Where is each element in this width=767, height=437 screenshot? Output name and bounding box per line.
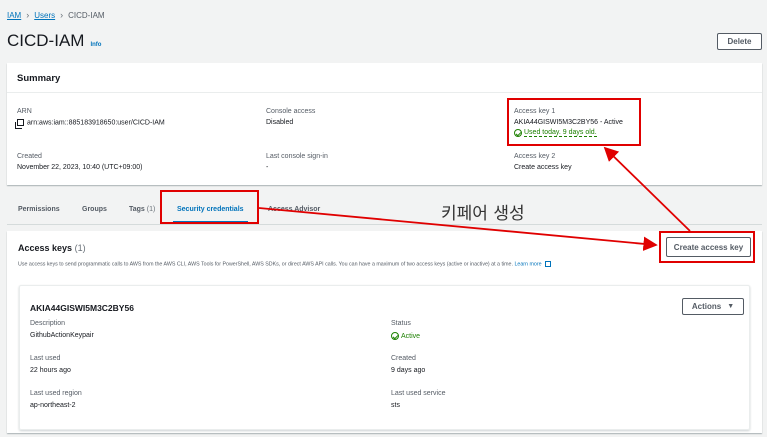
tab-access-advisor[interactable]: Access Advisor [268, 206, 320, 213]
access-keys-description: Use access keys to send programmatic cal… [18, 261, 551, 267]
delete-button[interactable]: Delete [717, 33, 762, 50]
last-service-value: sts [391, 402, 400, 409]
access-key2-label: Access key 2 [514, 153, 556, 160]
tab-permissions[interactable]: Permissions [18, 206, 60, 213]
annotation-text: 키페어 생성 [441, 204, 525, 224]
create-access-key-link[interactable]: Create access key [514, 164, 572, 171]
breadcrumb-iam-link[interactable]: IAM [7, 11, 21, 20]
description-field: Description GithubActionKeypair [30, 320, 94, 339]
create-access-key-button[interactable]: Create access key [666, 237, 751, 257]
access-key1-value: AKIA44GISWI5M3C2BY56 - Active [514, 119, 623, 126]
status-value: Active [401, 332, 421, 340]
info-link[interactable]: Info [90, 42, 101, 48]
breadcrumb-current: CICD-IAM [68, 10, 105, 20]
chevron-right-icon: › [26, 10, 30, 20]
last-service-field: Last used service sts [391, 390, 446, 409]
page-title: CICD-IAM [7, 31, 85, 50]
arn-field: ARN arn:aws:iam::885183918650:user/CICD-… [15, 108, 165, 129]
tab-groups[interactable]: Groups [82, 206, 107, 213]
description-value: GithubActionKeypair [30, 332, 94, 339]
access-key1-label: Access key 1 [514, 108, 556, 115]
access-key2-field: Access key 2 Create access key [514, 153, 572, 171]
created-field: Created November 22, 2023, 10:40 (UTC+09… [17, 153, 143, 171]
last-region-field: Last used region ap-northeast-2 [30, 390, 82, 409]
last-signin-field: Last console sign-in - [266, 153, 328, 171]
access-keys-heading: Access keys (1) [18, 243, 86, 253]
actions-button[interactable]: Actions ▼ [682, 298, 744, 315]
last-region-value: ap-northeast-2 [30, 402, 76, 409]
external-link-icon [544, 261, 551, 267]
access-keys-panel: Access keys (1) Use access keys to send … [7, 231, 762, 433]
summary-panel: Summary ARN arn:aws:iam::885183918650:us… [7, 63, 762, 185]
tab-security-credentials[interactable]: Security credentials [173, 206, 248, 223]
copy-icon[interactable] [15, 119, 24, 129]
breadcrumb-users-link[interactable]: Users [34, 11, 55, 20]
last-signin-label: Last console sign-in [266, 153, 328, 160]
access-key1-status[interactable]: Used today. 9 days old. [524, 129, 597, 137]
delete-button-label: Delete [727, 37, 752, 46]
arn-label: ARN [17, 108, 32, 115]
last-signin-value: - [266, 164, 269, 171]
last-used-field: Last used 22 hours ago [30, 355, 71, 374]
last-used-value: 22 hours ago [30, 367, 71, 374]
caret-down-icon: ▼ [727, 303, 735, 310]
console-access-value: Disabled [266, 119, 294, 126]
check-circle-icon [514, 129, 522, 137]
learn-more-link[interactable]: Learn more [514, 261, 541, 267]
access-key1-field: Access key 1 AKIA44GISWI5M3C2BY56 - Acti… [514, 108, 623, 137]
check-circle-icon [391, 332, 399, 340]
key-created-field: Created 9 days ago [391, 355, 426, 374]
page-header: CICD-IAM Info [7, 31, 101, 51]
access-key-id: AKIA44GISWI5M3C2BY56 [30, 303, 134, 313]
chevron-right-icon: › [60, 10, 64, 20]
created-value: November 22, 2023, 10:40 (UTC+09:00) [17, 164, 143, 171]
breadcrumb: IAM › Users › CICD-IAM [7, 10, 105, 20]
console-access-label: Console access [266, 108, 316, 115]
tab-bar: Permissions Groups Tags (1) Security cre… [7, 197, 762, 225]
console-access-field: Console access Disabled [266, 108, 315, 126]
arn-value: arn:aws:iam::885183918650:user/CICD-IAM [27, 119, 165, 127]
created-label: Created [17, 153, 42, 160]
summary-heading: Summary [7, 63, 762, 93]
status-field: Status Active [391, 320, 421, 340]
key-created-value: 9 days ago [391, 367, 426, 374]
access-key-card: AKIA44GISWI5M3C2BY56 Actions ▼ Descriptio… [19, 285, 750, 430]
tab-tags[interactable]: Tags (1) [129, 206, 155, 213]
